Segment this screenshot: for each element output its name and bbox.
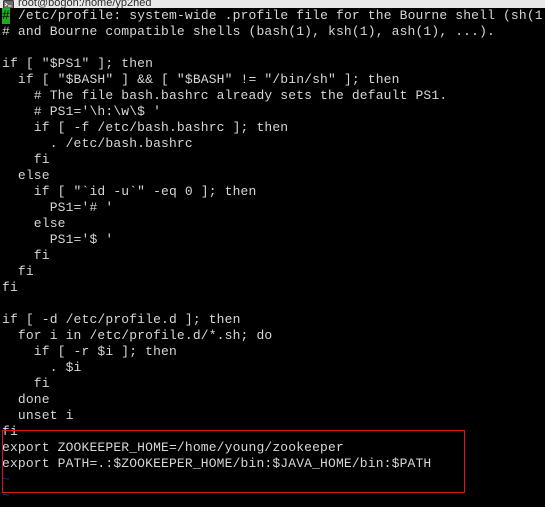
terminal-icon <box>3 0 14 8</box>
terminal-line: fi <box>2 152 50 167</box>
terminal-line: unset i <box>2 408 74 423</box>
terminal-line: export PATH=.:$ZOOKEEPER_HOME/bin:$JAVA_… <box>2 456 432 471</box>
terminal-line: fi <box>2 248 50 263</box>
window-title: root@bogon:/home/yp2hed <box>18 0 152 8</box>
terminal-line: # /etc/profile: system-wide .profile fil… <box>0 8 545 24</box>
terminal-line: fi <box>2 424 18 439</box>
terminal-line: . /etc/bash.bashrc <box>2 136 193 151</box>
terminal-window: root@bogon:/home/yp2hed # /etc/profile: … <box>0 0 545 507</box>
terminal-line: for i in /etc/profile.d/*.sh; do <box>2 328 273 343</box>
window-titlebar[interactable]: root@bogon:/home/yp2hed <box>0 0 545 8</box>
terminal-line: fi <box>2 264 34 279</box>
terminal-line: PS1='$ ' <box>2 232 114 247</box>
terminal-line: fi <box>2 376 50 391</box>
terminal-text-area[interactable]: # /etc/profile: system-wide .profile fil… <box>0 8 545 507</box>
terminal-line-text: /etc/profile: system-wide .profile file … <box>10 8 543 23</box>
terminal-line: export ZOOKEEPER_HOME=/home/young/zookee… <box>2 440 344 455</box>
terminal-empty-line-marker: ~ <box>2 488 10 503</box>
terminal-empty-line-marker: ~ <box>2 472 10 487</box>
terminal-line: # and Bourne compatible shells (bash(1),… <box>2 24 495 39</box>
terminal-line: if [ -d /etc/profile.d ]; then <box>2 312 241 327</box>
terminal-cursor: # <box>2 8 10 24</box>
terminal-line: if [ -f /etc/bash.bashrc ]; then <box>2 120 289 135</box>
terminal-line: else <box>2 216 66 231</box>
terminal-line: done <box>2 392 50 407</box>
terminal-line: # The file bash.bashrc already sets the … <box>2 88 448 103</box>
terminal-line: # PS1='\h:\w\$ ' <box>2 104 162 119</box>
terminal-line: if [ "$BASH" ] && [ "$BASH" != "/bin/sh"… <box>2 72 400 87</box>
terminal-line: fi <box>2 280 18 295</box>
terminal-line: if [ -r $i ]; then <box>2 344 177 359</box>
terminal-line: PS1='# ' <box>2 200 114 215</box>
terminal-line: . $i <box>2 360 82 375</box>
terminal-line: else <box>2 168 50 183</box>
terminal-line: if [ "$PS1" ]; then <box>2 56 154 71</box>
terminal-line: if [ "`id -u`" -eq 0 ]; then <box>2 184 257 199</box>
